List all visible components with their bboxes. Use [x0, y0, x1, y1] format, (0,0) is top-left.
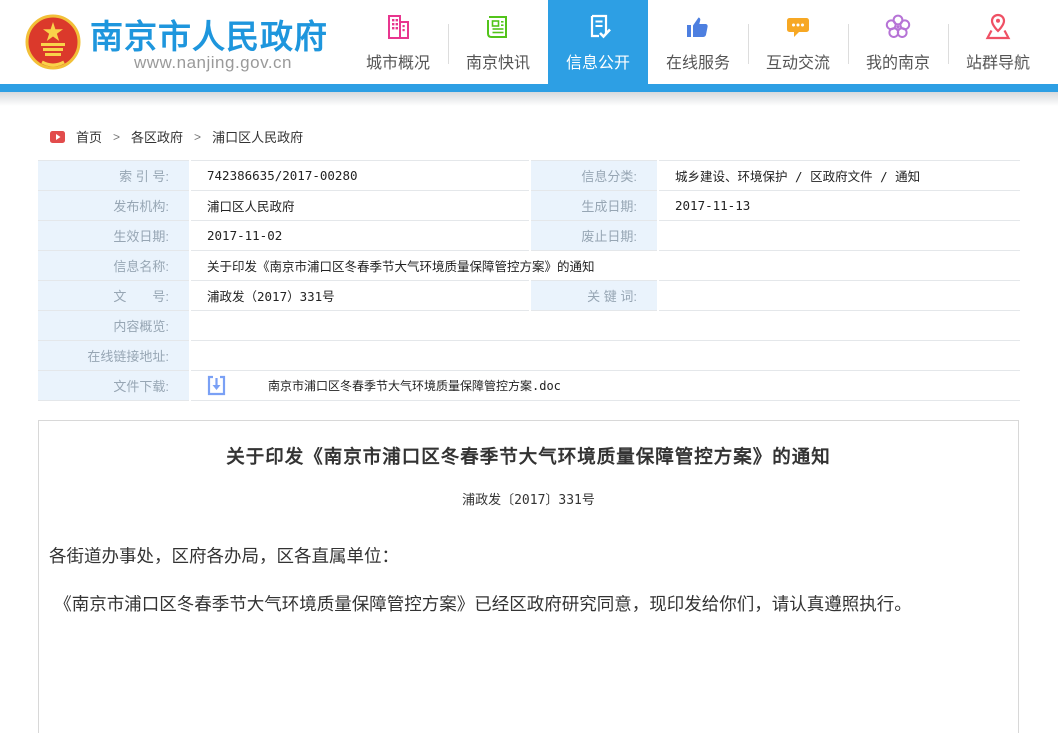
table-row: 发布机构: 浦口区人民政府 生成日期: 2017-11-13	[38, 191, 1020, 221]
nav-label: 我的南京	[866, 49, 930, 73]
map-pin-icon	[983, 12, 1013, 42]
table-row: 信息名称: 关于印发《南京市浦口区冬春季节大气环境质量保障管控方案》的通知	[38, 251, 1020, 281]
table-row: 内容概览:	[38, 311, 1020, 341]
home-play-icon	[50, 131, 65, 143]
online-link-value	[190, 341, 1020, 371]
page: 南京市人民政府 www.nanjing.gov.cn 城市概况	[0, 0, 1058, 733]
nav-label: 在线服务	[666, 49, 730, 73]
download-file-link[interactable]: 南京市浦口区冬春季节大气环境质量保障管控方案.doc	[268, 377, 561, 394]
nav-item-site-navigation[interactable]: 站群导航	[948, 0, 1048, 84]
doc-number-value: 浦政发（2017）331号	[190, 281, 530, 311]
national-emblem-icon	[24, 13, 82, 71]
nav-label: 信息公开	[566, 49, 630, 73]
issuing-agency-value: 浦口区人民政府	[190, 191, 530, 221]
breadcrumb-separator: >	[194, 130, 201, 144]
doc-number-label: 文 号:	[38, 281, 190, 311]
nav-label: 站群导航	[966, 49, 1030, 73]
chat-bubble-icon	[783, 12, 813, 42]
main-nav: 城市概况 南京快讯	[348, 0, 1048, 84]
breadcrumb-separator: >	[113, 130, 120, 144]
effective-date-label: 生效日期:	[38, 221, 190, 251]
document-paragraph: 《南京市浦口区冬春季节大气环境质量保障管控方案》已经区政府研究同意，现印发给你们…	[49, 583, 1008, 626]
building-icon	[383, 12, 413, 42]
repeal-date-label: 废止日期:	[530, 221, 658, 251]
nav-item-info-disclosure[interactable]: 信息公开	[548, 0, 648, 84]
table-row: 文件下载: 南京市浦口区冬春季节大气环境质量保障管控方案.doc	[38, 371, 1020, 401]
info-category-value: 城乡建设、环境保护 / 区政府文件 / 通知	[658, 161, 1020, 191]
keywords-label: 关 键 词:	[530, 281, 658, 311]
header-shadow	[0, 92, 1058, 106]
creation-date-label: 生成日期:	[530, 191, 658, 221]
repeal-date-value	[658, 221, 1020, 251]
download-icon[interactable]	[207, 375, 226, 396]
newspaper-icon	[483, 12, 513, 42]
nav-item-my-nanjing[interactable]: 我的南京	[848, 0, 948, 84]
breadcrumb-district-govs[interactable]: 各区政府	[131, 127, 183, 146]
document-metadata-table: 索 引 号: 742386635/2017-00280 信息分类: 城乡建设、环…	[38, 160, 1020, 401]
effective-date-value: 2017-11-02	[190, 221, 530, 251]
site-header: 南京市人民政府 www.nanjing.gov.cn 城市概况	[0, 0, 1058, 84]
info-name-label: 信息名称:	[38, 251, 190, 281]
table-row: 文 号: 浦政发（2017）331号 关 键 词:	[38, 281, 1020, 311]
content-overview-value	[190, 311, 1020, 341]
content-overview-label: 内容概览:	[38, 311, 190, 341]
document-title: 关于印发《南京市浦口区冬春季节大气环境质量保障管控方案》的通知	[39, 443, 1018, 469]
issuing-agency-label: 发布机构:	[38, 191, 190, 221]
plum-blossom-icon	[883, 12, 913, 42]
nav-item-nanjing-news[interactable]: 南京快讯	[448, 0, 548, 84]
document-content-panel: 关于印发《南京市浦口区冬春季节大气环境质量保障管控方案》的通知 浦政发〔2017…	[38, 420, 1019, 733]
table-row: 生效日期: 2017-11-02 废止日期:	[38, 221, 1020, 251]
site-title: 南京市人民政府	[90, 10, 328, 58]
document-body: 各街道办事处，区府各办局，区各直属单位： 《南京市浦口区冬春季节大气环境质量保障…	[49, 535, 1008, 626]
nav-item-online-services[interactable]: 在线服务	[648, 0, 748, 84]
document-paragraph: 各街道办事处，区府各办局，区各直属单位：	[49, 535, 1008, 578]
thumbs-up-icon	[683, 12, 713, 42]
nav-label: 城市概况	[366, 49, 430, 73]
table-row: 索 引 号: 742386635/2017-00280 信息分类: 城乡建设、环…	[38, 161, 1020, 191]
document-number: 浦政发〔2017〕331号	[39, 489, 1018, 508]
info-category-label: 信息分类:	[530, 161, 658, 191]
file-download-label: 文件下载:	[38, 371, 190, 401]
breadcrumb-pukou-gov[interactable]: 浦口区人民政府	[212, 127, 303, 146]
info-name-value: 关于印发《南京市浦口区冬春季节大气环境质量保障管控方案》的通知	[190, 251, 1020, 281]
nav-item-interaction[interactable]: 互动交流	[748, 0, 848, 84]
header-accent-stripe	[0, 84, 1058, 92]
breadcrumb-home[interactable]: 首页	[76, 127, 102, 146]
table-row: 在线链接地址:	[38, 341, 1020, 371]
site-url: www.nanjing.gov.cn	[90, 53, 336, 73]
file-download-cell: 南京市浦口区冬春季节大气环境质量保障管控方案.doc	[190, 371, 1020, 401]
nav-item-city-overview[interactable]: 城市概况	[348, 0, 448, 84]
online-link-label: 在线链接地址:	[38, 341, 190, 371]
index-number-label: 索 引 号:	[38, 161, 190, 191]
document-check-icon	[583, 12, 613, 42]
breadcrumb: 首页 > 各区政府 > 浦口区人民政府	[50, 127, 303, 146]
site-logo-link[interactable]: 南京市人民政府 www.nanjing.gov.cn	[22, 0, 337, 84]
index-number-value: 742386635/2017-00280	[190, 161, 530, 191]
keywords-value	[658, 281, 1020, 311]
nav-label: 南京快讯	[466, 49, 530, 73]
nav-label: 互动交流	[766, 49, 830, 73]
creation-date-value: 2017-11-13	[658, 191, 1020, 221]
